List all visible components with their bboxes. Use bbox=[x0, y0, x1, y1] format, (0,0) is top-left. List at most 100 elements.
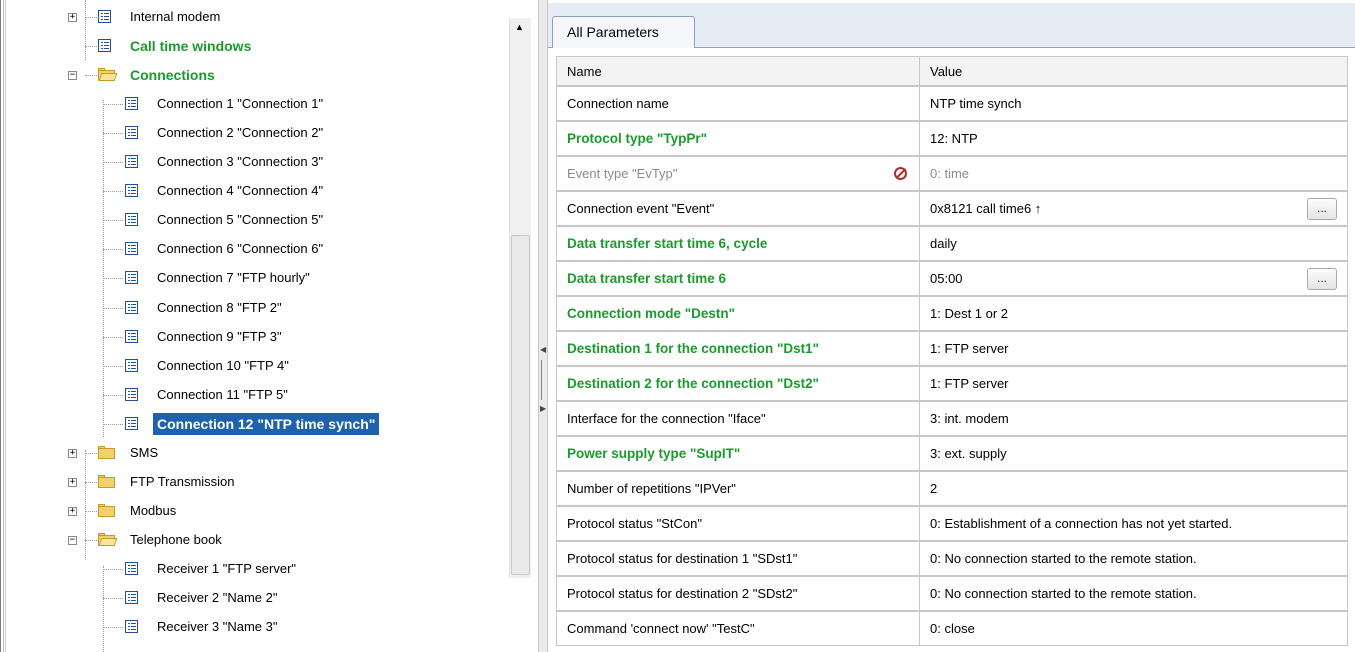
tree-connector bbox=[103, 424, 123, 426]
collapse-icon[interactable]: − bbox=[68, 536, 77, 545]
expand-icon[interactable]: + bbox=[68, 13, 77, 22]
tree-item[interactable]: + FTP Transmission bbox=[0, 469, 505, 495]
list-icon bbox=[125, 620, 138, 633]
tree-item[interactable]: − Connections bbox=[0, 62, 505, 88]
tree-connector bbox=[103, 133, 123, 135]
parameter-name: Connection mode "Destn" bbox=[567, 306, 736, 321]
parameter-value-cell[interactable]: NTP time synch bbox=[919, 86, 1348, 121]
tree-item[interactable]: Connection 7 "FTP hourly" bbox=[0, 265, 505, 291]
tree-item[interactable]: − Telephone book bbox=[0, 527, 505, 553]
pane-splitter[interactable] bbox=[538, 0, 548, 652]
tree-item[interactable]: Call time windows bbox=[0, 33, 505, 59]
parameter-name: Data transfer start time 6 bbox=[567, 271, 727, 286]
grid-row[interactable]: Connection event "Event" 0x8121 call time… bbox=[556, 191, 1348, 226]
parameter-value-cell[interactable]: 0: No connection started to the remote s… bbox=[919, 541, 1348, 576]
grid-row[interactable]: Number of repetitions "IPVer" 2 bbox=[556, 471, 1348, 506]
parameter-value: 0: time bbox=[930, 166, 970, 181]
collapse-left-arrow-icon[interactable]: ◀ bbox=[540, 345, 546, 354]
grid-row[interactable]: Destination 2 for the connection "Dst2" 1… bbox=[556, 366, 1348, 401]
parameter-name: Protocol status "StCon" bbox=[567, 516, 702, 531]
tree-connector bbox=[103, 598, 123, 600]
tree-item[interactable]: Connection 12 "NTP time synch" bbox=[0, 411, 505, 437]
parameter-value-cell[interactable]: 3: ext. supply bbox=[919, 436, 1348, 471]
column-header-value[interactable]: Value bbox=[919, 56, 1348, 86]
tree-item-label: Modbus bbox=[130, 503, 177, 518]
tree-guide-line bbox=[85, 450, 87, 560]
grid-row[interactable]: Event type "EvTyp" 0: time bbox=[556, 156, 1348, 191]
parameter-name-cell: Command 'connect now' "TestC" bbox=[556, 611, 920, 646]
tree-connector bbox=[103, 162, 123, 164]
grid-row[interactable]: Interface for the connection "Iface" 3: i… bbox=[556, 401, 1348, 436]
grid-row[interactable]: Data transfer start time 6, cycle daily bbox=[556, 226, 1348, 261]
parameter-name: Protocol status for destination 2 "SDst2… bbox=[567, 586, 798, 601]
parameter-value-cell[interactable]: 1: Dest 1 or 2 bbox=[919, 296, 1348, 331]
parameter-value-cell[interactable]: 05:00... bbox=[919, 261, 1348, 296]
tree-connector bbox=[103, 395, 123, 397]
parameter-value-cell[interactable]: 1: FTP server bbox=[919, 366, 1348, 401]
folder-open-icon bbox=[98, 68, 118, 81]
splitter-grip[interactable] bbox=[541, 360, 545, 400]
expand-icon[interactable]: + bbox=[68, 478, 77, 487]
grid-row[interactable]: Power supply type "SupIT" 3: ext. supply bbox=[556, 436, 1348, 471]
expand-icon[interactable]: + bbox=[68, 449, 77, 458]
tree-item[interactable]: + Internal modem bbox=[0, 4, 505, 30]
expand-icon[interactable]: + bbox=[68, 507, 77, 516]
parameter-value-cell[interactable]: 0: close bbox=[919, 611, 1348, 646]
collapse-icon[interactable]: − bbox=[68, 71, 77, 80]
grid-header: Name Value bbox=[556, 56, 1348, 86]
tree-item-label: Connection 2 "Connection 2" bbox=[157, 125, 324, 140]
list-icon bbox=[125, 301, 138, 314]
grid-row[interactable]: Protocol status for destination 2 "SDst2… bbox=[556, 576, 1348, 611]
tree-item[interactable]: Connection 2 "Connection 2" bbox=[0, 120, 505, 146]
scroll-up-arrow-icon[interactable]: ▲ bbox=[509, 18, 530, 36]
parameter-value-cell[interactable]: 12: NTP bbox=[919, 121, 1348, 156]
tree-connector bbox=[103, 191, 123, 193]
grid-row[interactable]: Connection name NTP time synch bbox=[556, 86, 1348, 121]
tree-item[interactable]: Connection 5 "Connection 5" bbox=[0, 207, 505, 233]
tree-item[interactable]: Receiver 3 "Name 3" bbox=[0, 614, 505, 640]
parameter-value-cell[interactable]: 3: int. modem bbox=[919, 401, 1348, 436]
tree-item[interactable]: Connection 4 "Connection 4" bbox=[0, 178, 505, 204]
grid-row[interactable]: Protocol type "TypPr" 12: NTP bbox=[556, 121, 1348, 156]
grid-row[interactable]: Destination 1 for the connection "Dst1" 1… bbox=[556, 331, 1348, 366]
tree-item[interactable]: Connection 11 "FTP 5" bbox=[0, 382, 505, 408]
parameter-name-cell: Data transfer start time 6 bbox=[556, 261, 920, 296]
tree-item[interactable]: + SMS bbox=[0, 440, 505, 466]
grid-row[interactable]: Protocol status for destination 1 "SDst1… bbox=[556, 541, 1348, 576]
ellipsis-button[interactable]: ... bbox=[1307, 198, 1337, 220]
tree-item[interactable]: Receiver 1 "FTP server" bbox=[0, 556, 505, 582]
ellipsis-button[interactable]: ... bbox=[1307, 268, 1337, 290]
grid-row[interactable]: Connection mode "Destn" 1: Dest 1 or 2 bbox=[556, 296, 1348, 331]
parameter-value-cell[interactable]: 2 bbox=[919, 471, 1348, 506]
tree-item[interactable]: Connection 3 "Connection 3" bbox=[0, 149, 505, 175]
parameter-name: Connection event "Event" bbox=[567, 201, 715, 216]
tree-item[interactable]: Connection 9 "FTP 3" bbox=[0, 324, 505, 350]
parameter-value-cell[interactable]: 0x8121 call time6 ↑... bbox=[919, 191, 1348, 226]
parameter-value-cell[interactable]: daily bbox=[919, 226, 1348, 261]
tree-connector bbox=[103, 220, 123, 222]
grid-row[interactable]: Command 'connect now' "TestC" 0: close bbox=[556, 611, 1348, 646]
parameter-value-cell[interactable]: 0: time bbox=[919, 156, 1348, 191]
grid-row[interactable]: Protocol status "StCon" 0: Establishment … bbox=[556, 506, 1348, 541]
tree-item[interactable]: + Modbus bbox=[0, 498, 505, 524]
parameter-value-cell[interactable]: 0: Establishment of a connection has not… bbox=[919, 506, 1348, 541]
grid-row[interactable]: Data transfer start time 6 05:00... bbox=[556, 261, 1348, 296]
folder-icon bbox=[98, 504, 116, 517]
parameter-name-cell: Destination 2 for the connection "Dst2" bbox=[556, 366, 920, 401]
parameter-value-cell[interactable]: 1: FTP server bbox=[919, 331, 1348, 366]
column-header-name[interactable]: Name bbox=[556, 56, 920, 86]
parameter-name: Command 'connect now' "TestC" bbox=[567, 621, 755, 636]
tree-item-label: Connection 10 "FTP 4" bbox=[157, 358, 289, 373]
tree-item[interactable]: Connection 1 "Connection 1" bbox=[0, 91, 505, 117]
tree-item[interactable]: Connection 6 "Connection 6" bbox=[0, 236, 505, 262]
tab-all-parameters[interactable]: All Parameters bbox=[552, 16, 695, 48]
collapse-right-arrow-icon[interactable]: ▶ bbox=[540, 404, 546, 413]
tree-connector bbox=[103, 104, 123, 106]
tree-item[interactable]: Connection 8 "FTP 2" bbox=[0, 295, 505, 321]
tree-item-label: Connection 6 "Connection 6" bbox=[157, 241, 324, 256]
parameter-value-cell[interactable]: 0: No connection started to the remote s… bbox=[919, 576, 1348, 611]
tree-item[interactable]: Connection 10 "FTP 4" bbox=[0, 353, 505, 379]
parameter-name: Data transfer start time 6, cycle bbox=[567, 236, 768, 251]
tree-scrollbar-thumb[interactable] bbox=[511, 235, 530, 575]
tree-item[interactable]: Receiver 2 "Name 2" bbox=[0, 585, 505, 611]
